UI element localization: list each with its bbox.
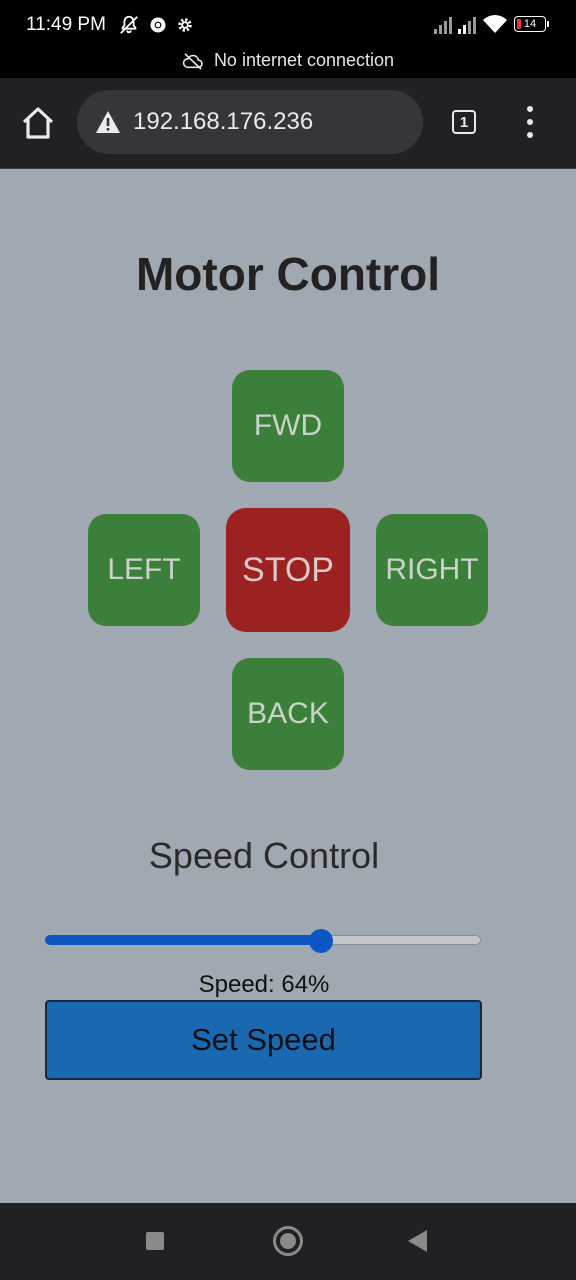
- status-time: 11:49 PM: [26, 14, 106, 35]
- slider-thumb[interactable]: [308, 929, 333, 953]
- status-icons-right: 14: [434, 14, 549, 34]
- wifi-icon: [483, 15, 507, 33]
- speed-slider[interactable]: [45, 929, 481, 953]
- bell-off-icon: [118, 14, 140, 42]
- page-content: Motor Control FWD LEFT STOP RIGHT BACK S…: [0, 169, 576, 1203]
- speed-control-heading: Speed Control: [148, 835, 380, 876]
- menu-icon[interactable]: [520, 106, 540, 138]
- set-speed-button[interactable]: Set Speed: [45, 1000, 482, 1080]
- warning-icon[interactable]: [95, 110, 121, 134]
- speed-readout: Speed: 64%: [198, 971, 330, 998]
- back-triangle-icon[interactable]: [408, 1230, 427, 1252]
- back-button[interactable]: BACK: [232, 658, 344, 770]
- status-icons-left: [118, 14, 194, 42]
- right-button[interactable]: RIGHT: [376, 514, 488, 626]
- stop-button[interactable]: STOP: [226, 508, 350, 632]
- tabs-button[interactable]: 1: [452, 110, 476, 134]
- home-circle-icon[interactable]: [273, 1226, 303, 1256]
- battery-level: 14: [523, 18, 537, 30]
- recents-icon[interactable]: [146, 1232, 164, 1250]
- page-title: Motor Control: [135, 248, 441, 300]
- cloud-off-icon: [182, 52, 203, 70]
- slider-fill: [45, 935, 321, 945]
- settings-icon: [176, 16, 194, 40]
- no-internet-text: No internet connection: [213, 50, 395, 70]
- signal-icon: [434, 14, 452, 34]
- left-button[interactable]: LEFT: [88, 514, 200, 626]
- address-bar[interactable]: 192.168.176.236: [77, 90, 423, 154]
- url-text[interactable]: 192.168.176.236: [133, 108, 313, 136]
- battery-icon: 14: [514, 16, 549, 32]
- signal-icon: [458, 14, 476, 34]
- no-internet-notice: No internet connection: [0, 50, 576, 71]
- navigation-bar: [0, 1203, 576, 1280]
- status-bar: 11:49 PM 14 No internet connection: [0, 0, 576, 78]
- tab-count: 1: [459, 113, 469, 131]
- forward-button[interactable]: FWD: [232, 370, 344, 482]
- chrome-icon: [149, 16, 167, 40]
- home-icon[interactable]: [20, 106, 56, 140]
- browser-toolbar: 192.168.176.236 1: [0, 78, 576, 169]
